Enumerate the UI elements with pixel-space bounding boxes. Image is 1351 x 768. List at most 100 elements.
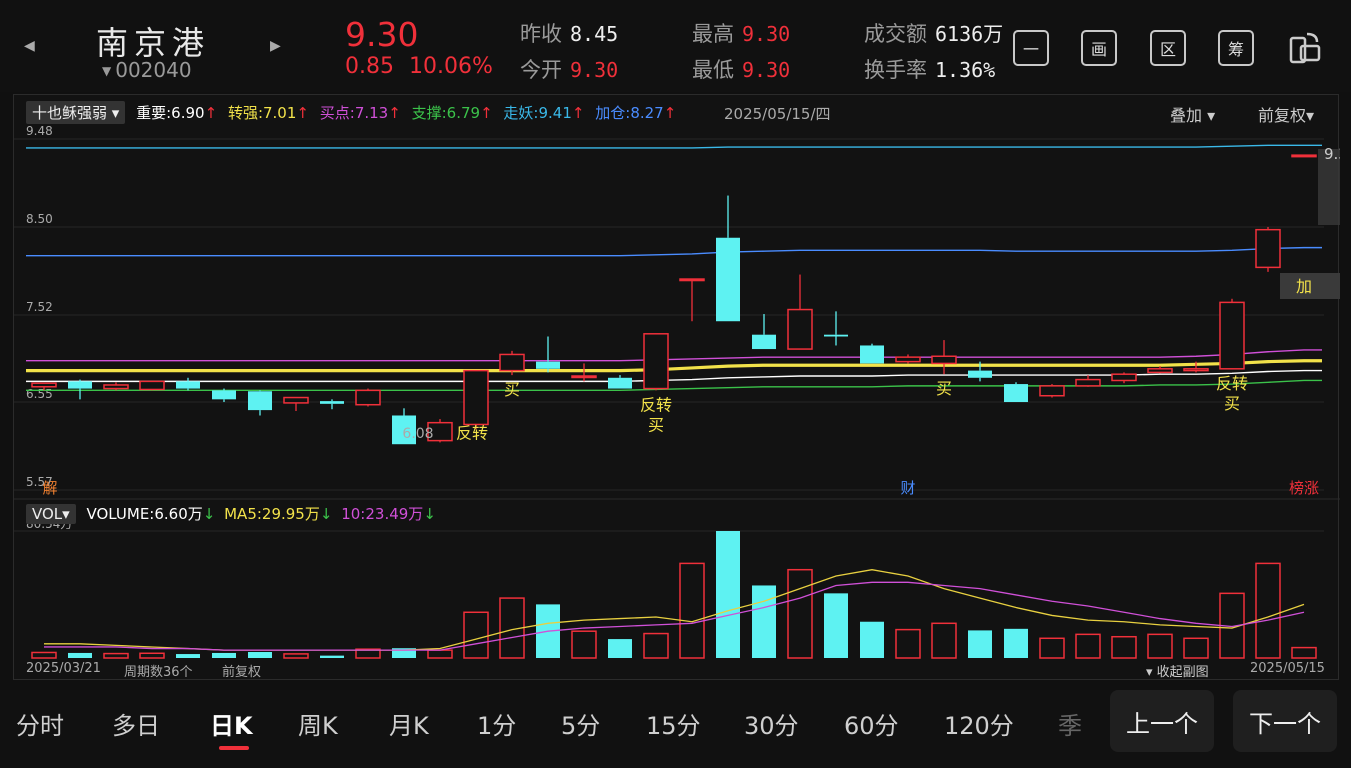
volume-bar xyxy=(248,652,272,658)
event-marker: 财 xyxy=(900,479,915,497)
ind-label: 走妖: xyxy=(503,104,539,122)
candle-body xyxy=(571,375,597,379)
candle-body xyxy=(1111,373,1137,382)
volume-bar xyxy=(716,531,740,658)
crosshair-date: 2025/05/15/四 xyxy=(724,105,831,123)
volume-bar xyxy=(1111,635,1137,659)
tab-intraday[interactable]: 分时 xyxy=(16,706,64,741)
kline-svg: 9.488.507.526.555.5780.54万反转买反转买买 反转买6.08… xyxy=(14,124,1340,659)
quote-label: 最高 xyxy=(692,22,734,46)
draw-tool-button[interactable]: 画 xyxy=(1081,30,1117,66)
candle-body xyxy=(1004,384,1028,403)
volume-bar xyxy=(1255,562,1281,659)
volume-bar xyxy=(860,621,884,658)
quote-turnover-amount: 成交额 6136万 xyxy=(864,18,1003,48)
up-arrow-icon: ↑ xyxy=(480,104,493,122)
quote-value: 8.45 xyxy=(570,22,619,46)
candle-body xyxy=(31,382,57,388)
tab-monthly-k[interactable]: 月K xyxy=(389,706,429,741)
vol-selector-label: VOL xyxy=(32,505,63,523)
quote-value: 1.36% xyxy=(935,58,996,82)
prev-stock-arrow-icon[interactable]: ◀ xyxy=(24,38,35,54)
volume-bar xyxy=(824,593,848,658)
landscape-toggle-icon[interactable] xyxy=(1287,30,1323,66)
tab-multi-day[interactable]: 多日 xyxy=(112,706,160,741)
ind-value: 7.01 xyxy=(263,104,297,122)
stock-code-text: 002040 xyxy=(115,58,192,82)
candle-body xyxy=(643,333,669,390)
down-arrow-icon: ↓ xyxy=(423,505,436,523)
collapse-subchart-button[interactable]: ▾ 收起副图 xyxy=(1146,661,1209,680)
candle-body xyxy=(608,377,632,389)
active-tab-indicator xyxy=(219,746,249,750)
quote-value: 6136万 xyxy=(935,22,1004,46)
chips-tool-button[interactable]: 筹 xyxy=(1218,30,1254,66)
indicator-line-走妖 xyxy=(26,144,1322,149)
event-marker: 榜涨 xyxy=(1289,479,1319,497)
kline-chart-panel[interactable]: 9.48 8.50 7.52 6.55 5.57 80.54万 反转买反转买买反转买 6.08… xyxy=(13,94,1340,680)
candle-body xyxy=(679,278,705,282)
down-arrow-icon: ↓ xyxy=(319,505,333,523)
volume-bar xyxy=(571,630,597,659)
line-tool-button[interactable]: 一 xyxy=(1013,30,1049,66)
candle-body xyxy=(1075,378,1101,387)
candle-body xyxy=(283,396,309,404)
indicator-selector[interactable]: 十也稣强弱 ▾ xyxy=(26,101,126,124)
tab-60min[interactable]: 60分 xyxy=(844,706,899,741)
quote-turnover-rate: 换手率 1.36% xyxy=(864,54,995,84)
volume-bar xyxy=(463,611,489,659)
ind-legend-item: 重要:6.90↑ xyxy=(136,102,217,123)
tab-quarterly[interactable]: 季 xyxy=(1058,706,1082,741)
ind-value: 9.41 xyxy=(538,104,572,122)
price-tick-label: 7.52 xyxy=(26,300,53,314)
signal-label: 买 xyxy=(1224,394,1240,413)
volume-bar xyxy=(1147,633,1173,659)
rotate-screen-icon xyxy=(1289,32,1321,64)
ind-label: 加仓: xyxy=(595,104,631,122)
price-tick-label: 6.55 xyxy=(26,387,53,401)
tab-5min[interactable]: 5分 xyxy=(561,706,600,741)
vol-legend-item: VOLUME:6.60万↓ xyxy=(86,503,215,524)
range-tool-button[interactable]: 区 xyxy=(1150,30,1186,66)
candle-body xyxy=(824,334,848,337)
ind-label: 买点: xyxy=(319,104,355,122)
stock-code[interactable]: ▼ 002040 xyxy=(102,58,192,82)
ind-value: 6.90 xyxy=(171,104,205,122)
candle-body xyxy=(103,384,129,390)
tab-120min[interactable]: 120分 xyxy=(944,706,1014,741)
up-arrow-icon: ↑ xyxy=(663,104,677,122)
up-arrow-icon: ↑ xyxy=(204,104,218,122)
indicator-legend: 十也稣强弱 ▾ 重要:6.90↑ 转强:7.01↑ 买点:7.13↑ 支撑:6.… xyxy=(26,101,682,125)
tab-weekly-k[interactable]: 周K xyxy=(298,706,338,741)
volume-bar xyxy=(679,562,705,659)
adjust-dropdown[interactable]: 前复权▾ xyxy=(1258,102,1314,126)
volume-bar xyxy=(320,655,344,658)
quote-label: 换手率 xyxy=(864,58,927,82)
candle-body xyxy=(752,334,776,350)
candle-body xyxy=(860,345,884,364)
tab-30min[interactable]: 30分 xyxy=(744,706,799,741)
indicator-line-转强 xyxy=(26,359,1322,373)
start-date: 2025/03/21 xyxy=(26,661,101,676)
volume-indicator-selector[interactable]: VOL▾ xyxy=(26,504,76,524)
next-stock-arrow-icon[interactable]: ▶ xyxy=(270,38,281,54)
quote-label: 最低 xyxy=(692,58,734,82)
high-price-label: 9.30 xyxy=(1324,145,1340,163)
volume-bar xyxy=(1183,637,1209,659)
period-count: 周期数36个 xyxy=(124,665,193,680)
up-arrow-icon: ↑ xyxy=(571,104,585,122)
candle-body xyxy=(463,369,489,426)
signal-label: 买 xyxy=(936,379,952,398)
ind-legend-item: 走妖:9.41↑ xyxy=(503,102,584,123)
candle-body xyxy=(68,381,92,389)
tab-15min[interactable]: 15分 xyxy=(646,706,701,741)
candle-body xyxy=(1183,368,1209,372)
next-stock-button[interactable]: 下一个 xyxy=(1233,690,1337,752)
prev-stock-button[interactable]: 上一个 xyxy=(1110,690,1214,752)
tab-daily-k[interactable]: 日K xyxy=(210,706,253,741)
overlay-dropdown[interactable]: 叠加 ▾ xyxy=(1170,102,1215,126)
event-marker: 解 xyxy=(42,479,57,497)
candle-body xyxy=(1219,301,1245,370)
ind-legend-item: 买点:7.13↑ xyxy=(320,102,401,123)
tab-1min[interactable]: 1分 xyxy=(477,706,516,741)
